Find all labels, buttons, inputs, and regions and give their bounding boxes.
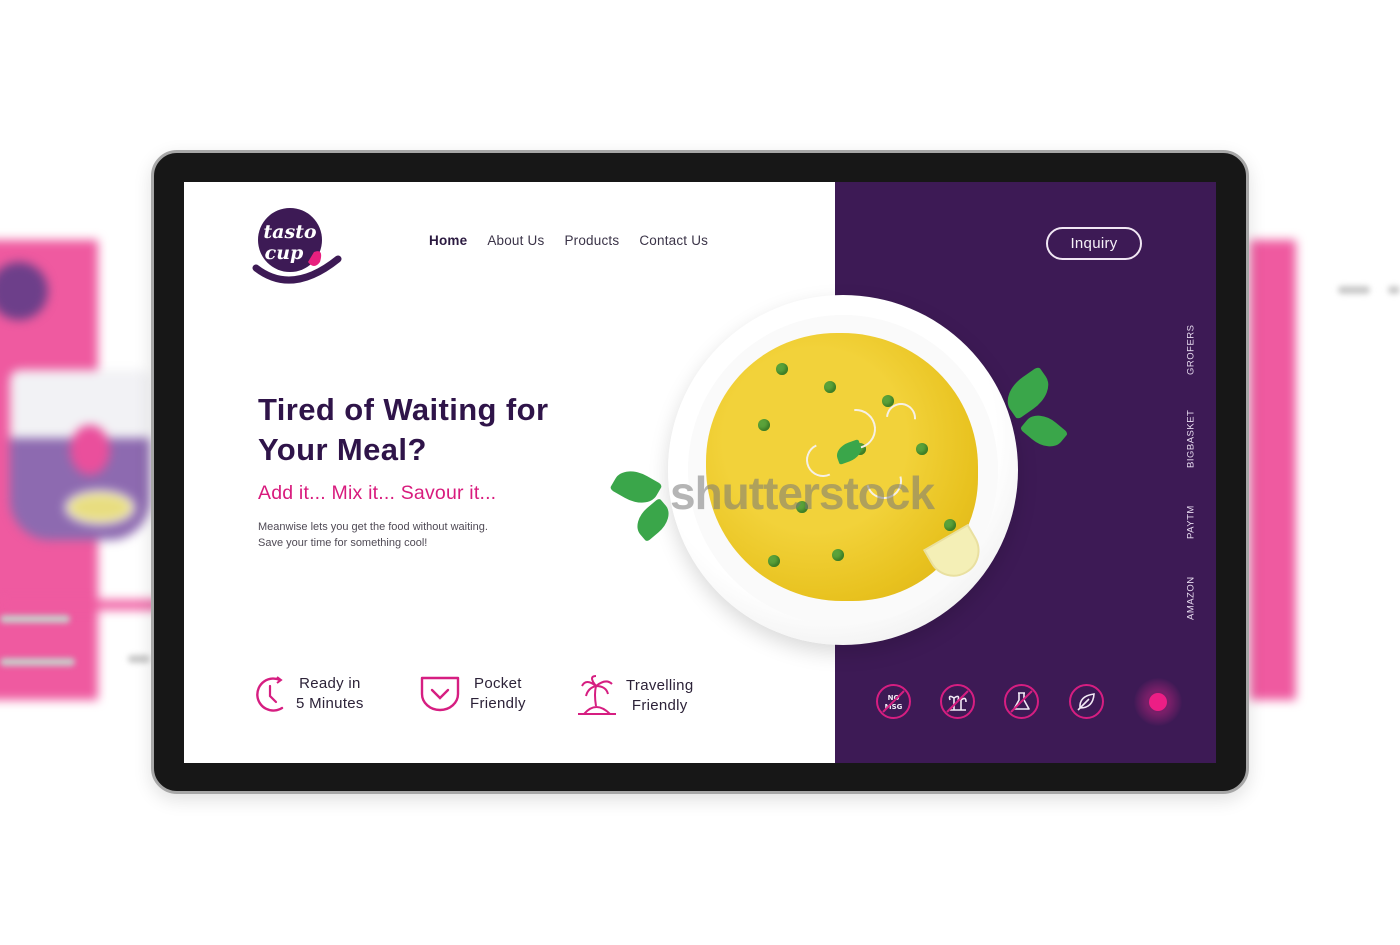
logo-text-line2: cup xyxy=(265,242,304,264)
feature-ready-in-5-minutes: Ready in 5 Minutes xyxy=(256,674,364,714)
no-palm-oil-icon xyxy=(946,690,969,713)
palm-island-icon xyxy=(578,675,616,715)
tastocup-logo[interactable]: tasto cup xyxy=(252,204,344,284)
partner-amazon[interactable]: AMAZON xyxy=(1184,574,1198,622)
feature-label-line2: Friendly xyxy=(470,695,526,712)
background-text-blur xyxy=(128,655,150,663)
feature-label-line1: Travelling xyxy=(626,677,694,694)
feature-label: Travelling Friendly xyxy=(626,676,693,716)
nav-home[interactable]: Home xyxy=(429,233,467,248)
hero-description-line1: Meanwise lets you get the food without w… xyxy=(258,521,488,533)
feature-pocket-friendly: Pocket Friendly xyxy=(418,674,526,714)
partner-grofers[interactable]: GROFERS xyxy=(1184,324,1198,376)
watermark: shutterstock xyxy=(670,467,935,519)
background-product-cup xyxy=(10,370,150,540)
background-text-blur xyxy=(1338,286,1370,294)
nav-products[interactable]: Products xyxy=(564,233,619,248)
background-text-blur xyxy=(1388,286,1400,294)
nav-about-us[interactable]: About Us xyxy=(487,233,544,248)
main-nav: Home About Us Products Contact Us xyxy=(429,233,708,248)
pocket-icon xyxy=(420,676,460,712)
no-palm-oil-badge xyxy=(940,684,975,719)
leaf-icon xyxy=(1077,693,1095,711)
background-text-blur xyxy=(0,615,70,623)
feature-label: Pocket Friendly xyxy=(470,674,526,714)
feature-label-line2: Friendly xyxy=(631,697,688,714)
feature-label-line2: 5 Minutes xyxy=(296,695,364,712)
feature-label: Ready in 5 Minutes xyxy=(296,674,364,714)
logo-text-line1: tasto xyxy=(263,221,317,243)
hero-subtitle: Add it... Mix it... Savour it... xyxy=(258,482,497,504)
hero-title: Tired of Waiting for Your Meal? xyxy=(258,392,549,467)
feature-label-line1: Ready in xyxy=(299,675,361,692)
hero-description: Meanwise lets you get the food without w… xyxy=(258,519,558,551)
background-page-right xyxy=(1250,240,1296,700)
partner-paytm[interactable]: PAYTM xyxy=(1184,502,1198,542)
nav-contact-us[interactable]: Contact Us xyxy=(639,233,708,248)
natural-leaf-badge xyxy=(1069,684,1104,719)
feature-travelling-friendly: Travelling Friendly xyxy=(576,674,693,718)
background-divider xyxy=(0,600,160,610)
clock-icon xyxy=(256,676,284,712)
inquiry-button[interactable]: Inquiry xyxy=(1046,227,1142,260)
no-chemicals-icon xyxy=(1010,690,1033,713)
no-msg-icon: NO MSG xyxy=(882,690,905,713)
hero-description-line2: Save your time for something cool! xyxy=(258,537,428,549)
background-text-blur xyxy=(0,658,75,666)
no-msg-badge: NO MSG xyxy=(876,684,911,719)
feature-label-line1: Pocket xyxy=(474,675,522,692)
record-dot-button[interactable] xyxy=(1149,693,1167,711)
no-chemicals-badge xyxy=(1004,684,1039,719)
website-screen: tasto cup Home About Us Products Contact… xyxy=(184,182,1216,763)
partner-bigbasket[interactable]: BIGBASKET xyxy=(1184,408,1198,470)
